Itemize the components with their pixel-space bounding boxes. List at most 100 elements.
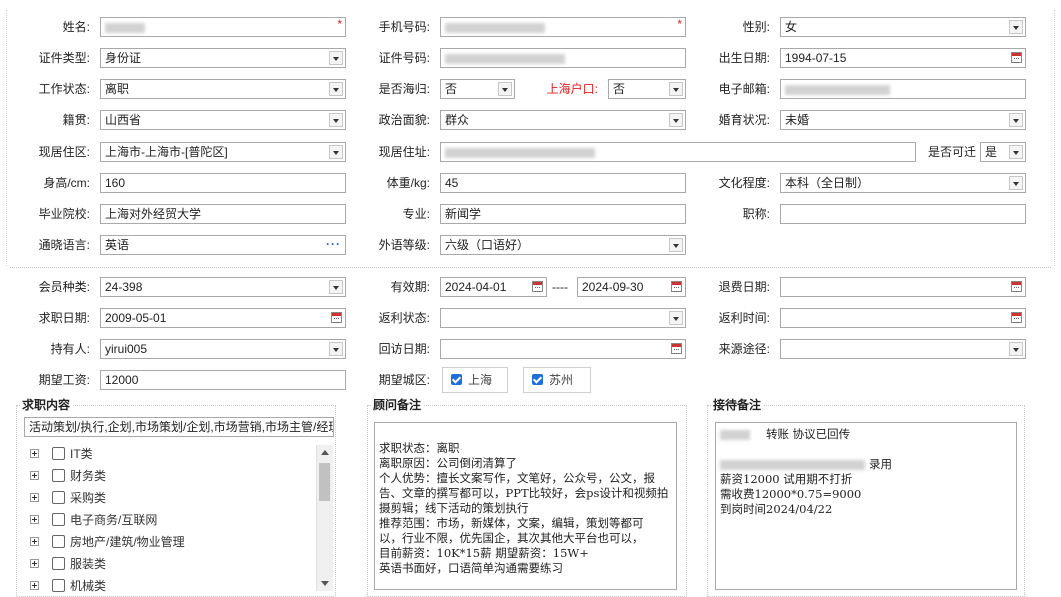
title-field[interactable]	[780, 204, 1026, 224]
valid-to-field[interactable]: 2024-09-30	[577, 277, 686, 297]
calendar-icon[interactable]	[671, 281, 682, 292]
chevron-down-icon[interactable]	[669, 311, 683, 325]
expand-icon[interactable]	[30, 515, 39, 524]
chevron-down-icon[interactable]	[1009, 145, 1023, 159]
relocate-select[interactable]: 是	[980, 142, 1026, 162]
city-checkbox-suzhou[interactable]: 苏州	[523, 367, 591, 393]
expand-icon[interactable]	[30, 537, 39, 546]
name-field[interactable]: *	[100, 17, 346, 37]
education-select[interactable]: 本科（全日制）	[780, 173, 1026, 193]
valid-range-separator: ----	[552, 280, 568, 294]
visit-date-field[interactable]	[440, 339, 686, 359]
reception-notes-textarea[interactable]: 转账 协议已回传 录用 薪资12000 试用期不打折 需收费12000*0.75…	[715, 422, 1017, 590]
holder-select[interactable]: yirui005	[100, 339, 346, 359]
salary-label: 期望工资:	[38, 373, 90, 387]
weight-field[interactable]: 45	[440, 173, 686, 193]
expand-icon[interactable]	[30, 493, 39, 502]
expand-icon[interactable]	[30, 559, 39, 568]
origin-select[interactable]: 山西省	[100, 110, 346, 130]
source-label: 来源途径:	[718, 342, 770, 356]
scroll-down-icon[interactable]	[321, 581, 329, 586]
advisor-notes-legend: 顾问备注	[371, 398, 424, 412]
shhukou-select[interactable]: 否	[608, 79, 686, 99]
chevron-down-icon[interactable]	[1009, 342, 1023, 356]
chevron-down-icon[interactable]	[329, 113, 343, 127]
chevron-down-icon[interactable]	[669, 113, 683, 127]
marital-select[interactable]: 未婚	[780, 110, 1026, 130]
region-select[interactable]: 上海市-上海市-[普陀区]	[100, 142, 346, 162]
member-type-select[interactable]: 24-398	[100, 277, 346, 297]
calendar-icon[interactable]	[532, 281, 543, 292]
chevron-down-icon[interactable]	[329, 82, 343, 96]
salary-field[interactable]: 12000	[100, 370, 346, 390]
tree-checkbox[interactable]	[52, 557, 65, 570]
refund-label: 退费日期:	[718, 280, 770, 294]
address-field[interactable]	[440, 142, 916, 162]
scroll-thumb[interactable]	[319, 463, 330, 501]
scroll-up-icon[interactable]	[321, 450, 329, 455]
lang-field[interactable]: 英语 ···	[100, 235, 346, 255]
returnee-select[interactable]: 否	[440, 79, 515, 99]
refund-date-field[interactable]	[780, 277, 1026, 297]
gender-select[interactable]: 女	[780, 17, 1026, 37]
tree-checkbox[interactable]	[52, 491, 65, 504]
chevron-down-icon[interactable]	[669, 82, 683, 96]
tree-checkbox[interactable]	[52, 535, 65, 548]
chevron-down-icon[interactable]	[498, 82, 512, 96]
chevron-down-icon[interactable]	[329, 280, 343, 294]
birth-date-field[interactable]: 1994-07-15	[780, 48, 1026, 68]
langlevel-select[interactable]: 六级（口语好）	[440, 235, 686, 255]
calendar-icon[interactable]	[1011, 52, 1022, 63]
political-select[interactable]: 群众	[440, 110, 686, 130]
calendar-icon[interactable]	[671, 343, 682, 354]
source-select[interactable]	[780, 339, 1026, 359]
chevron-down-icon[interactable]	[329, 51, 343, 65]
expand-icon[interactable]	[30, 471, 39, 480]
chevron-down-icon[interactable]	[1009, 113, 1023, 127]
calendar-icon[interactable]	[1011, 281, 1022, 292]
major-field[interactable]: 新闻学	[440, 204, 686, 224]
city-label: 期望城区:	[378, 373, 430, 387]
city2-label: 苏州	[549, 373, 574, 387]
expand-icon[interactable]	[30, 581, 39, 590]
idno-field[interactable]	[440, 48, 686, 68]
valid-from-field[interactable]: 2024-04-01	[440, 277, 547, 297]
more-icon[interactable]: ···	[326, 236, 341, 252]
checkbox-checked-icon[interactable]	[532, 374, 543, 385]
calendar-icon[interactable]	[1011, 312, 1022, 323]
form-border-right	[1054, 10, 1055, 266]
checkbox-checked-icon[interactable]	[451, 374, 462, 385]
tree-checkbox[interactable]	[52, 513, 65, 526]
advisor-notes-textarea[interactable]: 求职状态：离职 离职原因：公司倒闭清算了 个人优势：擅长文案写作，文笔好，公众号，公…	[374, 422, 677, 590]
tree-item-label: 采购类	[70, 491, 107, 505]
calendar-icon[interactable]	[331, 312, 342, 323]
langlevel-label: 外语等级:	[378, 238, 430, 252]
tree-checkbox[interactable]	[52, 469, 65, 482]
redacted-text	[785, 84, 890, 95]
chevron-down-icon[interactable]	[329, 342, 343, 356]
expand-icon[interactable]	[30, 449, 39, 458]
chevron-down-icon[interactable]	[1009, 20, 1023, 34]
phone-field[interactable]: *	[440, 17, 686, 37]
idtype-select[interactable]: 身份证	[100, 48, 346, 68]
shhukou-label: 上海户口:	[546, 82, 598, 96]
school-field[interactable]: 上海对外经贸大学	[100, 204, 346, 224]
city-checkbox-shanghai[interactable]: 上海	[442, 367, 508, 393]
reception-line: 转账 协议已回传	[720, 427, 1012, 442]
workstatus-select[interactable]: 离职	[100, 79, 346, 99]
rebate-select[interactable]	[440, 308, 686, 328]
height-field[interactable]: 160	[100, 173, 346, 193]
chevron-down-icon[interactable]	[669, 238, 683, 252]
political-value: 群众	[445, 113, 470, 127]
jobdate-field[interactable]: 2009-05-01	[100, 308, 346, 328]
job-summary-field[interactable]: 活动策划/执行,企划,市场策划/企划,市场营销,市场主管/经理	[24, 417, 334, 437]
email-field[interactable]	[780, 79, 1026, 99]
chevron-down-icon[interactable]	[1009, 176, 1023, 190]
chevron-down-icon[interactable]	[329, 145, 343, 159]
tree-checkbox[interactable]	[52, 447, 65, 460]
tree-scrollbar[interactable]	[316, 445, 333, 591]
tree-checkbox[interactable]	[52, 579, 65, 592]
required-icon: *	[337, 17, 342, 31]
rebatetime-field[interactable]	[780, 308, 1026, 328]
advisor-note-line: 摄剪辑；线下活动的策划执行	[379, 501, 529, 515]
